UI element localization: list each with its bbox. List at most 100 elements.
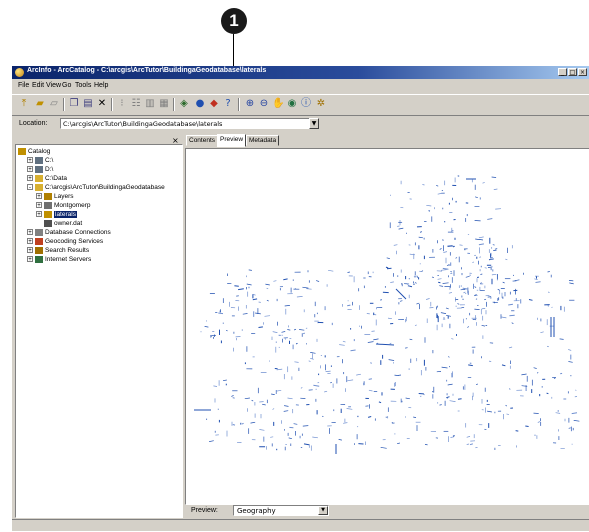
thumbnails-icon[interactable]: ▦	[158, 98, 170, 110]
lateral-feature	[390, 343, 392, 344]
tree-item[interactable]: +Search Results	[27, 246, 89, 255]
disconnect-folder-icon[interactable]: ▱	[48, 98, 60, 110]
zoom-out-icon[interactable]: ⊖	[258, 98, 270, 110]
collapse-icon[interactable]: -	[27, 184, 33, 190]
expand-icon[interactable]: +	[27, 166, 33, 172]
expand-icon[interactable]: +	[36, 193, 42, 199]
lateral-feature	[316, 281, 319, 282]
tree-item[interactable]: +Database Connections	[27, 228, 111, 237]
list-icon[interactable]: ☷	[130, 98, 142, 110]
lateral-feature	[436, 185, 438, 186]
expand-icon[interactable]: +	[27, 157, 33, 163]
lateral-feature	[251, 422, 256, 423]
close-button[interactable]: ×	[578, 68, 587, 76]
lateral-feature	[379, 402, 381, 403]
tree-item[interactable]: +Layers	[36, 192, 74, 201]
tab-contents[interactable]: Contents	[186, 135, 218, 146]
expand-icon[interactable]: +	[27, 175, 33, 181]
lateral-feature	[249, 270, 252, 271]
menu-file[interactable]: File	[18, 82, 29, 89]
launch-arcmap-icon[interactable]: ◈	[178, 98, 190, 110]
tree-item[interactable]: +C:\Data	[27, 174, 67, 183]
lateral-feature	[395, 375, 399, 376]
lateral-feature	[289, 438, 292, 439]
details-icon[interactable]: ▥	[144, 98, 156, 110]
lateral-feature	[376, 344, 394, 345]
minimize-button[interactable]: _	[558, 68, 567, 76]
lateral-feature	[475, 295, 478, 296]
lateral-feature	[505, 259, 507, 260]
tree-item[interactable]: +D:\	[27, 165, 53, 174]
connect-folder-icon[interactable]: ▰	[34, 98, 46, 110]
location-dropdown-button[interactable]: ▼	[309, 118, 319, 129]
menu-tools[interactable]: Tools	[75, 82, 91, 89]
lateral-feature	[432, 392, 433, 393]
table-icon	[44, 220, 52, 227]
lateral-feature	[439, 286, 443, 287]
tree-item[interactable]: Catalog	[18, 147, 50, 156]
tree-item[interactable]: owner.dat	[36, 219, 82, 228]
menu-help[interactable]: Help	[94, 82, 108, 89]
expand-icon[interactable]: +	[27, 247, 33, 253]
expand-icon[interactable]: +	[36, 211, 42, 217]
tree-item[interactable]: +laterals	[36, 210, 77, 219]
lateral-feature	[458, 399, 462, 400]
tree-item[interactable]: +C:\	[27, 156, 53, 165]
lateral-feature	[245, 398, 250, 399]
lateral-feature	[451, 271, 452, 272]
location-input[interactable]: C:\arcgis\ArcTutor\BuildingaGeodatabase\…	[60, 118, 318, 129]
lateral-feature	[265, 284, 269, 285]
expand-icon[interactable]: +	[27, 229, 33, 235]
lateral-feature	[484, 429, 486, 430]
chevron-down-icon[interactable]: ▼	[318, 506, 328, 515]
whats-this-icon[interactable]: ?	[222, 98, 234, 110]
tree-item[interactable]: -C:\arcgis\ArcTutor\BuildingaGeodatabase	[27, 183, 165, 192]
menu-go[interactable]: Go	[62, 82, 71, 89]
lateral-feature	[488, 267, 493, 268]
tab-metadata[interactable]: Metadata	[246, 135, 279, 146]
lateral-feature	[422, 185, 424, 186]
folder-icon	[35, 175, 43, 182]
title-bar[interactable]: ArcInfo - ArcCatalog - C:\arcgis\ArcTuto…	[12, 66, 589, 79]
menu-edit[interactable]: Edit	[32, 82, 44, 89]
maximize-button[interactable]: □	[568, 68, 577, 76]
tree-item-label: Catalog	[28, 148, 50, 155]
lateral-feature	[310, 358, 313, 359]
lateral-feature	[467, 444, 469, 445]
expand-icon[interactable]: +	[27, 256, 33, 262]
tree-item[interactable]: +Geocoding Services	[27, 237, 103, 246]
lateral-feature	[438, 279, 442, 280]
lateral-feature	[569, 428, 571, 429]
lateral-feature	[502, 317, 507, 318]
expand-icon[interactable]: +	[27, 238, 33, 244]
catalog-icon	[18, 148, 26, 155]
copy-icon[interactable]: ❐	[68, 98, 80, 110]
lateral-feature	[297, 296, 303, 297]
lateral-feature	[267, 300, 269, 301]
lateral-feature	[303, 333, 305, 334]
arctoolbox-icon[interactable]: ◆	[208, 98, 220, 110]
up-one-level-icon[interactable]: ⤒	[18, 98, 30, 110]
drive-icon	[35, 166, 43, 173]
identify-icon[interactable]: ⓘ	[300, 98, 312, 110]
lateral-feature	[440, 249, 442, 250]
tree-item[interactable]: +Montgomerp	[36, 201, 91, 210]
geography-preview-pane[interactable]	[185, 148, 589, 505]
pan-icon[interactable]: ✋	[272, 98, 284, 110]
paste-icon[interactable]: ▤	[82, 98, 94, 110]
lateral-feature	[494, 189, 498, 190]
menu-view[interactable]: View	[46, 82, 61, 89]
delete-icon[interactable]: ✕	[96, 98, 108, 110]
expand-icon[interactable]: +	[36, 202, 42, 208]
large-icons-icon[interactable]: ⁝	[116, 98, 128, 110]
tree-item[interactable]: +Internet Servers	[27, 255, 91, 264]
preview-type-select[interactable]: Geography ▼	[233, 505, 329, 516]
zoom-in-icon[interactable]: ⊕	[244, 98, 256, 110]
tab-preview[interactable]: Preview	[217, 134, 246, 147]
full-extent-icon[interactable]: ◉	[286, 98, 298, 110]
metadata-icon[interactable]: ●	[194, 98, 206, 110]
callout-number: 1	[229, 11, 238, 30]
lateral-feature	[574, 420, 580, 421]
lateral-feature	[387, 258, 390, 259]
create-thumbnail-icon[interactable]: ✲	[315, 98, 327, 110]
